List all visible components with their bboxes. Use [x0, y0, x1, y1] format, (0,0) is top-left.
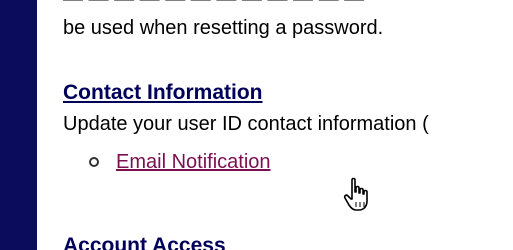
contact-information-heading[interactable]: Contact Information — [63, 81, 263, 105]
page: — — — — — — — — — — — — be used when res… — [0, 0, 513, 250]
hand-pointer-icon — [343, 177, 368, 211]
contact-information-description: Update your user ID contact information … — [63, 113, 429, 135]
truncated-text-line: — — — — — — — — — — — — — [63, 0, 364, 11]
email-notification-link[interactable]: Email Notification — [116, 151, 271, 174]
account-access-heading[interactable]: Account Access — [63, 234, 226, 250]
intro-text: be used when resetting a password. — [63, 17, 384, 39]
help-content: — — — — — — — — — — — — be used when res… — [63, 0, 513, 250]
bullet-circle-icon — [89, 157, 99, 167]
left-navigation-bar — [0, 0, 37, 250]
